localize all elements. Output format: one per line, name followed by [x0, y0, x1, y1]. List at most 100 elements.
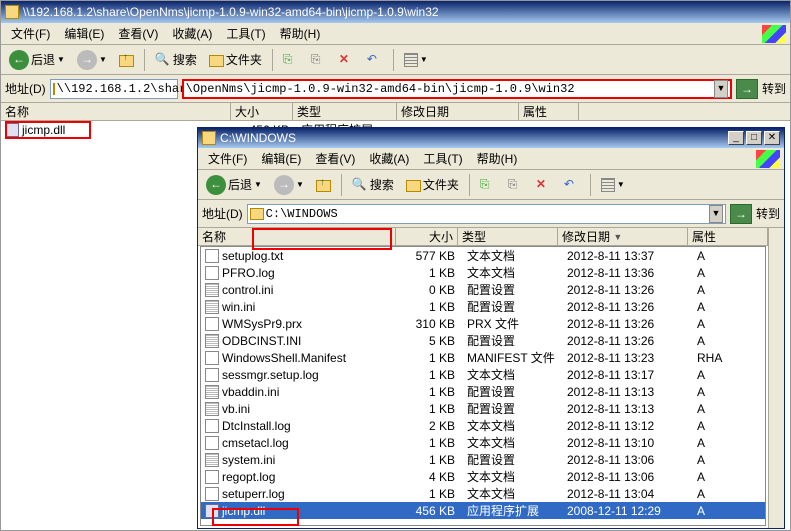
col-attr[interactable]: 属性 [688, 228, 768, 245]
col-type[interactable]: 类型 [293, 103, 397, 120]
folder-icon [202, 131, 216, 145]
file-row[interactable]: PFRO.log1 KB文本文档2012-8-11 13:36A [201, 264, 765, 281]
copy-icon[interactable]: ⎘ [307, 50, 331, 70]
undo-icon[interactable]: ↶ [363, 50, 387, 70]
menu-file[interactable]: 文件(F) [202, 148, 253, 169]
file-icon [205, 487, 219, 501]
file-name: ODBCINST.INI [222, 334, 301, 348]
file-type: 配置设置 [463, 281, 563, 298]
file-attr: A [693, 283, 761, 297]
col-type[interactable]: 类型 [458, 228, 558, 245]
file-type: 文本文档 [463, 434, 563, 451]
file-row[interactable]: win.ini1 KB配置设置2012-8-11 13:26A [201, 298, 765, 315]
back-button[interactable]: ←后退▼ [5, 48, 69, 72]
search-button[interactable]: 🔍搜索 [151, 49, 201, 70]
copy-icon[interactable]: ⎘ [504, 175, 528, 195]
forward-button[interactable]: →▼ [73, 48, 111, 72]
file-date: 2012-8-11 13:26 [563, 317, 693, 331]
menu-help[interactable]: 帮助(H) [274, 23, 327, 44]
address-combo[interactable]: ▼ [247, 204, 726, 224]
file-type: 文本文档 [463, 485, 563, 502]
file-date: 2012-8-11 13:26 [563, 283, 693, 297]
up-button[interactable]: ↑ [312, 176, 335, 194]
col-date[interactable]: 修改日期 [397, 103, 519, 120]
file-icon [205, 419, 219, 433]
file-row[interactable]: setuperr.log1 KB文本文档2012-8-11 13:04A [201, 485, 765, 502]
maximize-button[interactable]: □ [746, 131, 762, 145]
file-attr: A [693, 385, 761, 399]
menu-view[interactable]: 查看(V) [309, 148, 361, 169]
col-name[interactable]: 名称 [198, 228, 396, 245]
file-date: 2012-8-11 13:12 [563, 419, 693, 433]
file-row[interactable]: WMSysPr9.prx310 KBPRX 文件2012-8-11 13:26A [201, 315, 765, 332]
file-row[interactable]: vb.ini1 KB配置设置2012-8-11 13:13A [201, 400, 765, 417]
undo-icon[interactable]: ↶ [560, 175, 584, 195]
file-attr: A [693, 266, 761, 280]
outer-addressbar: 地址(D) ▼ → 转到 [1, 75, 790, 103]
address-input[interactable] [186, 82, 712, 96]
menu-fav[interactable]: 收藏(A) [166, 23, 218, 44]
col-size[interactable]: 大小 [396, 228, 458, 245]
file-size: 5 KB [401, 334, 463, 348]
forward-button[interactable]: →▼ [270, 173, 308, 197]
vertical-scrollbar[interactable] [768, 228, 784, 528]
delete-icon[interactable]: ✕ [335, 50, 359, 70]
inner-window-title: C:\WINDOWS [220, 131, 296, 145]
file-name: system.ini [222, 453, 275, 467]
file-row[interactable]: jicmp.dll456 KB应用程序扩展2008-12-11 12:29A [201, 502, 765, 519]
menu-fav[interactable]: 收藏(A) [363, 148, 415, 169]
menu-edit[interactable]: 编辑(E) [255, 148, 307, 169]
folders-button[interactable]: 文件夹 [402, 174, 463, 195]
menu-file[interactable]: 文件(F) [5, 23, 56, 44]
go-button[interactable]: → [730, 204, 752, 224]
address-input[interactable] [266, 207, 707, 221]
inner-titlebar[interactable]: C:\WINDOWS _ □ ✕ [198, 128, 784, 148]
menu-help[interactable]: 帮助(H) [471, 148, 524, 169]
views-button[interactable]: ▼ [400, 51, 432, 69]
inner-column-header: 名称 大小 类型 修改日期 ▼ 属性 [198, 228, 768, 246]
go-button[interactable]: → [736, 79, 758, 99]
back-button[interactable]: ←后退▼ [202, 173, 266, 197]
file-icon [205, 249, 219, 263]
file-name: setuplog.txt [222, 249, 283, 263]
outer-toolbar: ←后退▼ →▼ ↑ 🔍搜索 文件夹 ⎘ ⎘ ✕ ↶ ▼ [1, 45, 790, 75]
col-size[interactable]: 大小 [231, 103, 293, 120]
file-name: PFRO.log [222, 266, 275, 280]
favorites-icon[interactable]: ⎘ [476, 175, 500, 195]
file-icon [205, 368, 219, 382]
file-row[interactable]: cmsetacl.log1 KB文本文档2012-8-11 13:10A [201, 434, 765, 451]
address-combo[interactable] [50, 79, 178, 99]
menu-edit[interactable]: 编辑(E) [58, 23, 110, 44]
folders-button[interactable]: 文件夹 [205, 49, 266, 70]
menu-tools[interactable]: 工具(T) [220, 23, 271, 44]
col-attr[interactable]: 属性 [519, 103, 579, 120]
col-name[interactable]: 名称 [1, 103, 231, 120]
file-type: 配置设置 [463, 332, 563, 349]
dropdown-icon[interactable]: ▼ [714, 80, 728, 98]
file-row[interactable]: vbaddin.ini1 KB配置设置2012-8-11 13:13A [201, 383, 765, 400]
file-row[interactable]: control.ini0 KB配置设置2012-8-11 13:26A [201, 281, 765, 298]
search-button[interactable]: 🔍搜索 [348, 174, 398, 195]
file-row[interactable]: setuplog.txt577 KB文本文档2012-8-11 13:37A [201, 247, 765, 264]
file-row[interactable]: system.ini1 KB配置设置2012-8-11 13:06A [201, 451, 765, 468]
inner-filelist[interactable]: setuplog.txt577 KB文本文档2012-8-11 13:37APF… [200, 246, 766, 526]
views-button[interactable]: ▼ [597, 176, 629, 194]
up-button[interactable]: ↑ [115, 51, 138, 69]
menu-view[interactable]: 查看(V) [112, 23, 164, 44]
file-row[interactable]: ODBCINST.INI5 KB配置设置2012-8-11 13:26A [201, 332, 765, 349]
delete-icon[interactable]: ✕ [532, 175, 556, 195]
file-row[interactable]: DtcInstall.log2 KB文本文档2012-8-11 13:12A [201, 417, 765, 434]
col-date[interactable]: 修改日期 ▼ [558, 228, 688, 245]
file-size: 1 KB [401, 385, 463, 399]
file-row[interactable]: regopt.log4 KB文本文档2012-8-11 13:06A [201, 468, 765, 485]
menu-tools[interactable]: 工具(T) [417, 148, 468, 169]
file-row[interactable]: sessmgr.setup.log1 KB文本文档2012-8-11 13:17… [201, 366, 765, 383]
close-button[interactable]: ✕ [764, 131, 780, 145]
file-row[interactable]: WindowsShell.Manifest1 KBMANIFEST 文件2012… [201, 349, 765, 366]
address-combo-main[interactable]: ▼ [182, 79, 732, 99]
favorites-icon[interactable]: ⎘ [279, 50, 303, 70]
dropdown-icon[interactable]: ▼ [709, 205, 723, 223]
file-size: 310 KB [401, 317, 463, 331]
minimize-button[interactable]: _ [728, 131, 744, 145]
address-label: 地址(D) [202, 205, 243, 222]
